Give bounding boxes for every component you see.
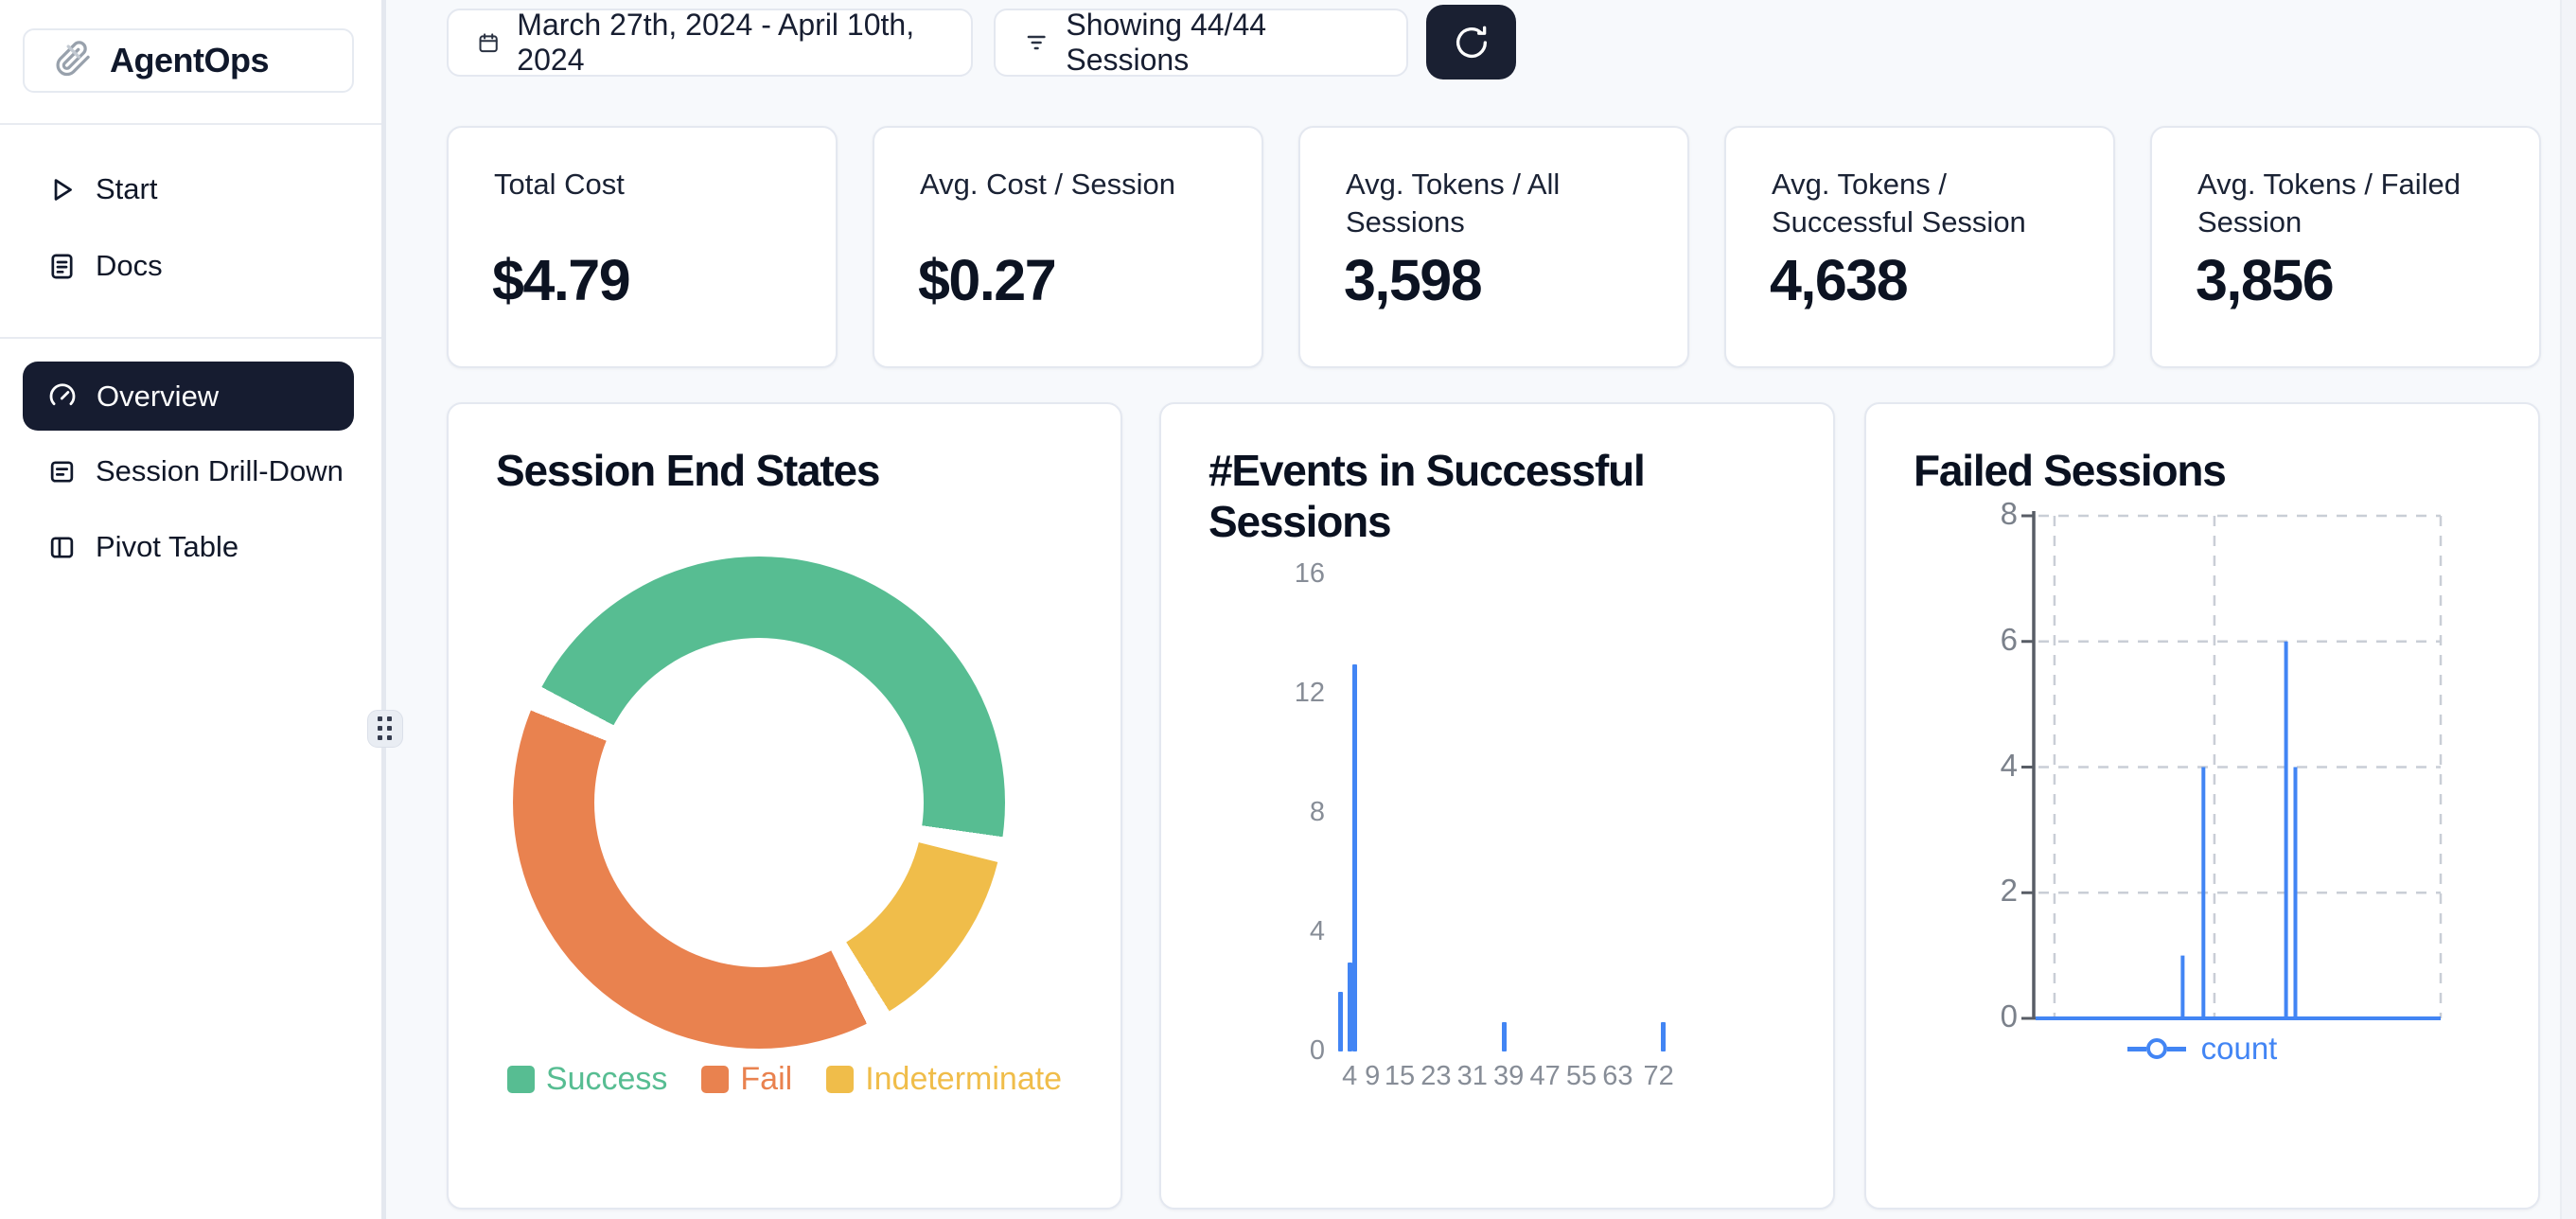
sidebar-item-label: Pivot Table [96, 530, 238, 564]
stat-card-avg-cost: Avg. Cost / Session $0.27 [873, 126, 1263, 368]
bar [1352, 664, 1357, 1052]
date-range-picker[interactable]: March 27th, 2024 - April 10th, 2024 [447, 9, 973, 77]
chart-title: Session End States [496, 446, 1026, 497]
x-tick-label: 39 [1493, 1061, 1524, 1092]
y-tick-label: 0 [1249, 1035, 1325, 1067]
line-marker-icon [2127, 1038, 2186, 1059]
stat-label: Total Cost [494, 166, 809, 203]
x-tick-label: 47 [1529, 1061, 1560, 1092]
sidebar-item-label: Overview [97, 380, 219, 414]
count-legend-label: count [2201, 1031, 2278, 1067]
stat-label: Avg. Cost / Session [920, 166, 1235, 203]
count-legend[interactable]: count [1866, 1031, 2538, 1067]
bar [1338, 992, 1343, 1051]
x-tick-label: 63 [1602, 1061, 1632, 1092]
legend-label: Success [546, 1061, 668, 1098]
stat-label: Avg. Tokens / All Sessions [1346, 166, 1661, 240]
sidebar-divider [0, 123, 381, 125]
sidebar-item-start[interactable]: Start [23, 159, 354, 220]
y-tick-label: 4 [1923, 748, 2018, 784]
y-tick-label: 12 [1249, 678, 1325, 709]
legend-swatch [826, 1066, 854, 1093]
stat-value: $4.79 [492, 247, 629, 313]
stat-card-avg-tokens-all: Avg. Tokens / All Sessions 3,598 [1298, 126, 1689, 368]
legend-item-indeterminate[interactable]: Indeterminate [826, 1061, 1062, 1098]
panel-resize-handle[interactable] [367, 710, 403, 748]
chart-card-failed-sessions: Failed Sessions 86420 count [1864, 402, 2540, 1210]
scrollbar-track[interactable] [2560, 0, 2576, 1219]
panel-divider [381, 0, 386, 1219]
y-tick-label: 6 [1923, 622, 2018, 658]
bar [1348, 963, 1352, 1052]
stat-value: 3,856 [2196, 247, 2333, 313]
app-logo[interactable]: AgentOps [23, 28, 354, 93]
columns-icon [47, 533, 77, 562]
x-tick-label: 23 [1420, 1061, 1451, 1092]
stat-label: Avg. Tokens / Failed Session [2197, 166, 2513, 240]
chart-card-session-end-states: Session End States Success Fail Indetermin… [447, 402, 1122, 1210]
legend-label: Fail [740, 1061, 792, 1098]
sessions-filter[interactable]: Showing 44/44 Sessions [994, 9, 1408, 77]
donut-chart [513, 556, 1005, 1049]
x-tick-label: 15 [1385, 1061, 1415, 1092]
stat-card-avg-tokens-failed: Avg. Tokens / Failed Session 3,856 [2150, 126, 2541, 368]
sidebar-item-label: Docs [96, 249, 163, 283]
y-tick-label: 4 [1249, 916, 1325, 947]
donut-legend: Success Fail Indeterminate [449, 1061, 1120, 1098]
x-tick-label: 55 [1566, 1061, 1597, 1092]
docs-icon [47, 252, 77, 281]
legend-swatch [507, 1066, 535, 1093]
sidebar-item-label: Start [96, 172, 157, 206]
bar [1661, 1022, 1666, 1052]
x-tick-label: 31 [1457, 1061, 1488, 1092]
date-range-label: March 27th, 2024 - April 10th, 2024 [517, 8, 943, 78]
sidebar-item-overview[interactable]: Overview [23, 362, 354, 431]
x-tick-label: 4 [1342, 1061, 1357, 1092]
legend-item-success[interactable]: Success [507, 1061, 668, 1098]
bar [1502, 1022, 1507, 1052]
x-tick-label: 72 [1643, 1061, 1673, 1092]
paperclip-icon [51, 39, 95, 82]
sidebar-item-docs[interactable]: Docs [23, 236, 354, 296]
x-tick-label: 9 [1365, 1061, 1380, 1092]
chart-card-events-successful: #Events in Successful Sessions 161284049… [1159, 402, 1835, 1210]
play-icon [47, 175, 77, 204]
stat-card-total-cost: Total Cost $4.79 [447, 126, 838, 368]
refresh-icon [1452, 23, 1491, 62]
y-tick-label: 16 [1249, 558, 1325, 590]
legend-item-fail[interactable]: Fail [701, 1061, 792, 1098]
sidebar-item-label: Session Drill-Down [96, 454, 344, 488]
sidebar: AgentOps Start Docs Overview [0, 0, 381, 1219]
stat-value: $0.27 [918, 247, 1055, 313]
sidebar-divider [0, 337, 381, 339]
filter-icon [1024, 29, 1049, 56]
legend-swatch [701, 1066, 729, 1093]
gauge-icon [47, 381, 78, 412]
sidebar-item-pivot-table[interactable]: Pivot Table [23, 517, 354, 577]
stat-label: Avg. Tokens / Successful Session [1772, 166, 2087, 240]
stat-value: 4,638 [1770, 247, 1907, 313]
calendar-icon [477, 30, 500, 56]
y-tick-label: 0 [1923, 998, 2018, 1034]
failed-plot: 8 6 4 2 0 [1866, 404, 2538, 1208]
stat-card-avg-tokens-success: Avg. Tokens / Successful Session 4,638 [1724, 126, 2115, 368]
y-tick-label: 2 [1923, 873, 2018, 909]
refresh-button[interactable] [1426, 5, 1516, 80]
app-name: AgentOps [110, 41, 269, 80]
sidebar-item-session-drill-down[interactable]: Session Drill-Down [23, 441, 354, 502]
list-icon [47, 457, 77, 486]
y-tick-label: 8 [1923, 496, 2018, 532]
events-plot: 1612840491523313947556372 [1161, 404, 1833, 1208]
sessions-filter-label: Showing 44/44 Sessions [1066, 8, 1378, 78]
stat-value: 3,598 [1344, 247, 1481, 313]
legend-label: Indeterminate [865, 1061, 1062, 1098]
y-tick-label: 8 [1249, 797, 1325, 828]
